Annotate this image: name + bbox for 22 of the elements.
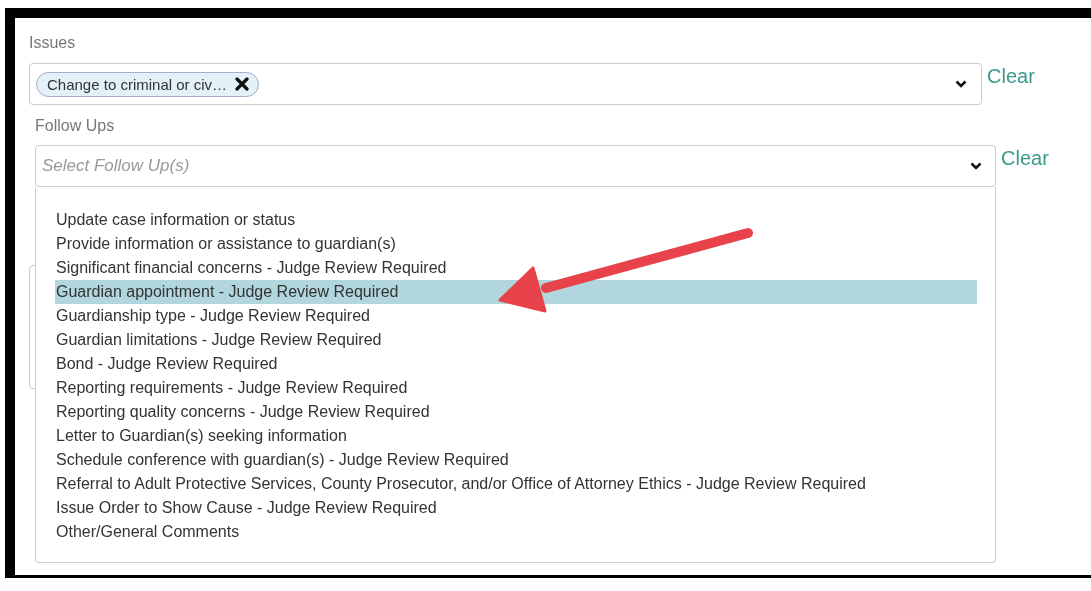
dropdown-option[interactable]: Issue Order to Show Cause - Judge Review Required xyxy=(55,496,977,520)
chevron-down-icon xyxy=(970,162,982,170)
dropdown-option[interactable]: Schedule conference with guardian(s) - Judge Review Required xyxy=(55,448,977,472)
dropdown-option[interactable]: Update case information or status xyxy=(55,208,977,232)
selected-tag: Change to criminal or civ… xyxy=(36,71,260,97)
dropdown-option[interactable]: Bond - Judge Review Required xyxy=(55,352,977,376)
close-icon[interactable] xyxy=(235,77,250,91)
issues-select[interactable]: Change to criminal or civ… xyxy=(29,63,982,105)
dropdown-option[interactable]: Guardian appointment - Judge Review Required xyxy=(55,280,977,304)
dropdown-option[interactable]: Letter to Guardian(s) seeking information xyxy=(55,424,977,448)
dropdown-option[interactable]: Reporting quality concerns - Judge Review Required xyxy=(55,400,977,424)
dropdown-option[interactable]: Significant financial concerns - Judge Review Required xyxy=(55,256,977,280)
dropdown-option[interactable]: Reporting requirements - Judge Review Required xyxy=(55,376,977,400)
dropdown-option[interactable]: Provide information or assistance to guardian(s) xyxy=(55,232,977,256)
chevron-down-icon xyxy=(955,80,967,88)
follow-ups-select[interactable]: Select Follow Up(s) xyxy=(35,145,996,187)
field-label: Follow Ups xyxy=(35,116,116,136)
dropdown-option[interactable]: Guardianship type - Judge Review Required xyxy=(55,304,977,328)
dropdown-option[interactable]: Guardian limitations - Judge Review Required xyxy=(55,328,977,352)
dropdown-option[interactable]: Other/General Comments xyxy=(55,520,977,544)
field-label: Issues xyxy=(29,33,77,53)
dropdown-option[interactable]: Referral to Adult Protective Services, County Prosecutor, and/or Office of Attorney Ethics - Judge Review Required xyxy=(55,472,977,496)
